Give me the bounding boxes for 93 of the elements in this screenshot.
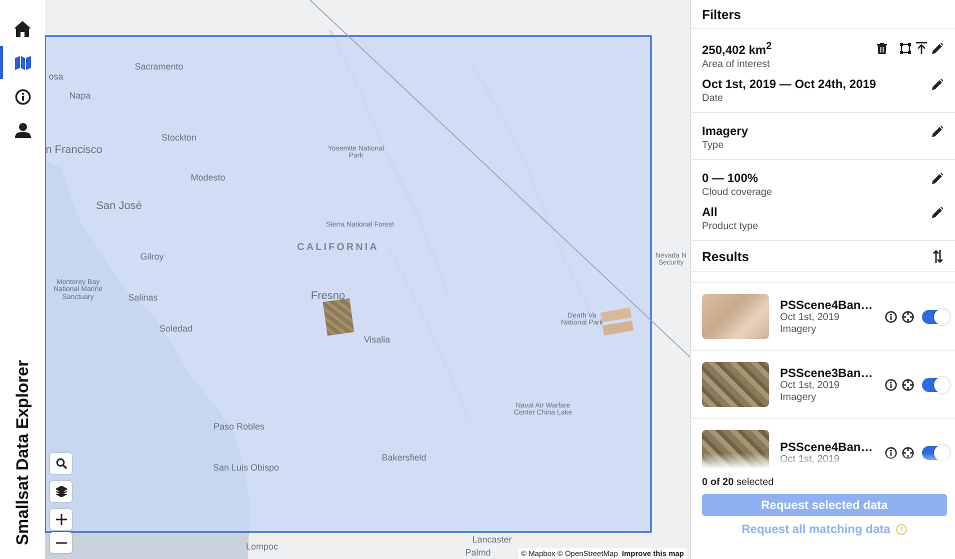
map-label: CALIFORNIA [297,242,379,254]
zoom-in-button[interactable] [50,509,72,530]
sort-icon [933,250,943,262]
results-title: Results [702,248,749,264]
result-item[interactable]: PSScene3Ban… Oct 1st, 2019 Imagery [691,351,955,419]
crosshair-icon [902,378,914,390]
map-label: osa [48,72,64,82]
home-icon [14,20,31,36]
map-label: Paso Robles [213,422,265,432]
upload-icon [916,42,927,54]
filter-label: Product type [702,220,758,234]
filter-label: Date [702,92,724,106]
edit-button[interactable] [931,206,944,219]
info-icon [885,446,897,458]
edit-button[interactable] [931,42,944,54]
filter-label: Area of interest [702,58,771,72]
filter-label: Cloud coverage [702,186,772,200]
map-search-button[interactable] [50,453,72,474]
result-type: Imagery [780,324,818,336]
search-icon [56,458,66,469]
filter-value: Oct 1st, 2019 — Oct 24th, 2019 [702,76,876,92]
info-button[interactable] [884,310,898,324]
result-date: Oct 1st, 2019 [780,380,840,392]
pencil-icon [932,207,943,218]
edit-button[interactable] [931,78,944,91]
info-icon [885,310,897,322]
sort-button[interactable] [932,248,944,264]
delete-button[interactable] [876,42,888,54]
filter-value: 0 — 100% [702,170,760,186]
warning-icon [896,524,908,534]
selection-count: 0 of 20 selected [702,477,775,488]
visibility-toggle[interactable] [922,446,948,460]
trash-icon [877,42,887,54]
result-type: Imagery [780,392,818,404]
map-label: San Luis Obispo [212,463,280,473]
info-button[interactable] [884,378,898,392]
layers-icon [56,486,66,497]
zoom-out-button[interactable] [50,532,72,553]
visibility-toggle[interactable] [922,310,948,324]
map-label: Stockton [161,133,197,143]
filter-value: Imagery [702,123,748,139]
info-icon [885,378,897,390]
thumbnail-image [702,294,769,339]
result-item[interactable]: PSScene4Ban… Oct 1st, 2019 Imagery [691,283,955,351]
crosshair-icon [902,446,914,458]
crosshair-icon [902,310,914,322]
app-title: Smallsat Data Explorer [12,360,32,545]
map-icon [14,56,30,70]
result-date: Oct 1st, 2019 [780,454,840,466]
map-label: Gilroy [140,252,164,262]
locate-button[interactable] [901,446,915,460]
visibility-toggle[interactable] [922,378,948,392]
edit-button[interactable] [931,125,944,138]
user-icon [14,123,30,138]
layers-button[interactable] [50,481,72,502]
pencil-icon [932,79,943,90]
thumbnail-image [702,430,769,469]
map-label: Palmd [465,548,491,558]
upload-button[interactable] [915,41,928,55]
map-label: Salinas [128,293,158,303]
map-label: Napa [69,91,91,101]
map-label: Fresno [310,291,346,303]
map-label: Lancaster [472,535,512,545]
filter-value: 250,402 km$^{2}$ [702,40,772,58]
result-item[interactable]: PSScene4Ban… Oct 1st, 2019 [691,419,955,469]
filter-value: All [702,204,718,220]
pencil-icon [932,173,943,184]
map-label: Modesto [190,173,226,183]
map-label: Visalia [364,335,390,345]
plus-icon [56,514,66,525]
draw-area-button[interactable] [899,42,912,54]
locate-button[interactable] [901,378,915,392]
result-title: PSScene4Ban… [780,440,874,454]
result-date: Oct 1st, 2019 [780,312,840,324]
pencil-icon [932,126,943,137]
thumbnail-image [702,362,769,407]
info-icon [14,88,30,104]
info-button[interactable] [884,446,898,460]
map-label: Lompoc [246,542,278,552]
bounding-box-icon [900,42,911,54]
result-title: PSScene4Ban… [780,298,874,312]
edit-button[interactable] [931,172,944,185]
filters-title: Filters [702,6,742,22]
map-label: n Francisco [46,145,102,157]
map-label: Sacramento [134,62,184,72]
pencil-icon [932,42,943,54]
map-label: San José [96,201,142,213]
result-title: PSScene3Ban… [780,366,874,380]
filter-label: Type [702,139,725,153]
map-label: Soledad [159,324,193,334]
map-label: Bakersfield [382,453,426,463]
minus-icon [56,542,66,544]
locate-button[interactable] [901,310,915,324]
